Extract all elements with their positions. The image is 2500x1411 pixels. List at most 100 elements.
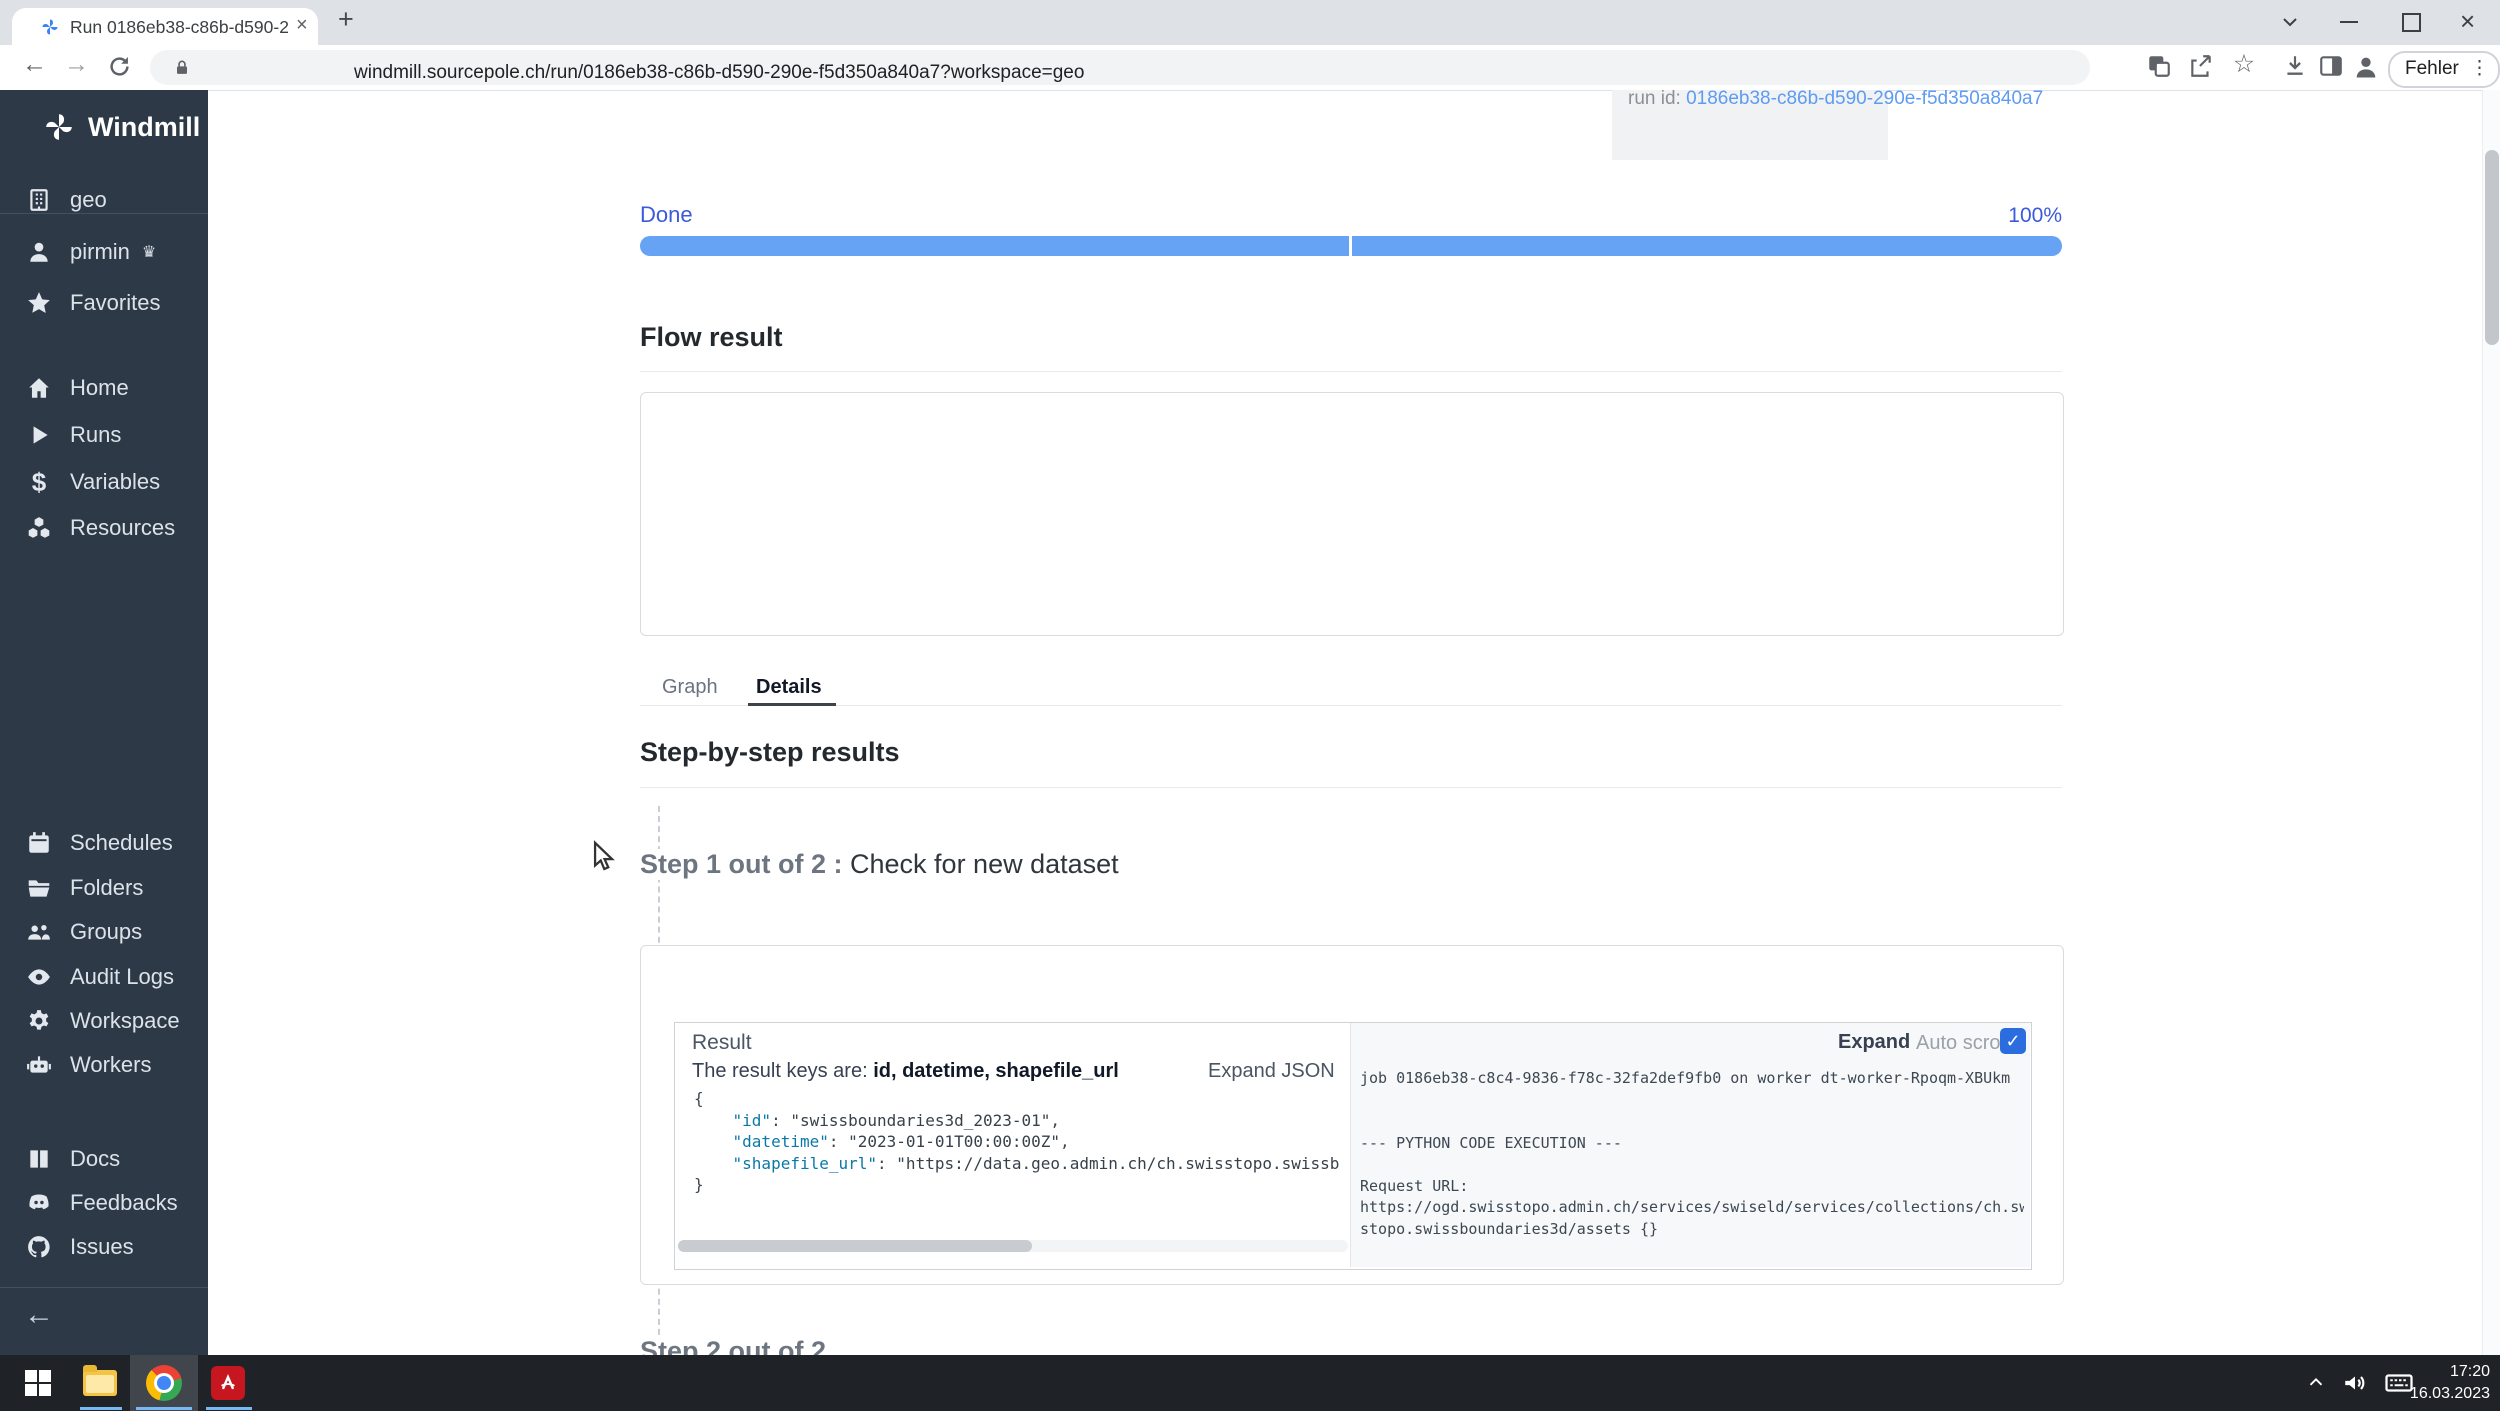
error-button[interactable]: Fehler ⋮: [2388, 51, 2500, 88]
sidebar-item-label: Audit Logs: [70, 964, 174, 990]
result-keys-line: The result keys are: id, datetime, shape…: [692, 1060, 1119, 1083]
sidebar-item-runs[interactable]: Runs: [26, 415, 121, 455]
start-button[interactable]: [14, 1355, 62, 1411]
window-close-button[interactable]: ×: [2460, 6, 2475, 37]
sidebar-item-schedules[interactable]: Schedules: [26, 823, 173, 863]
sidebar-item-docs[interactable]: Docs: [26, 1139, 120, 1179]
split-view-icon[interactable]: [2318, 53, 2346, 81]
volume-icon[interactable]: [2334, 1355, 2376, 1411]
discord-icon: [26, 1190, 52, 1216]
sidebar-item-workspace-settings[interactable]: Workspace: [26, 1001, 180, 1041]
sidebar-item-label: Feedbacks: [70, 1190, 178, 1216]
folder-icon: [26, 875, 52, 901]
tray-show-hidden-icons[interactable]: [2296, 1355, 2336, 1411]
browser-forward-button[interactable]: →: [64, 50, 89, 79]
active-tab-underline: [748, 703, 836, 706]
step1-log-text: job 0186eb38-c8c4-9836-f78c-32fa2def9fb0…: [1360, 1068, 2024, 1260]
chrome-icon: [146, 1365, 182, 1401]
file-explorer-icon: [83, 1370, 117, 1396]
workspace-label: geo: [70, 187, 107, 213]
sidebar-item-label: Runs: [70, 422, 121, 448]
sidebar-item-label: Folders: [70, 875, 143, 901]
sidebar-item-workspace-geo[interactable]: geo: [26, 180, 107, 220]
tab-close-icon[interactable]: ×: [296, 14, 308, 37]
run-id-row: run id: 0186eb38-c86b-d590-290e-f5d350a8…: [1628, 88, 2043, 110]
download-icon[interactable]: [2282, 53, 2310, 81]
star-icon: [26, 290, 52, 316]
browser-back-button[interactable]: ←: [22, 50, 47, 79]
run-id-label: run id:: [1628, 88, 1681, 109]
brand-name: Windmill: [88, 112, 200, 143]
browser-reload-button[interactable]: [106, 53, 133, 80]
sidebar-item-label: Issues: [70, 1234, 134, 1260]
cubes-icon: [26, 515, 52, 541]
expand-json-button[interactable]: Expand JSON: [1208, 1060, 1335, 1083]
sidebar-item-label: Workspace: [70, 1008, 180, 1034]
taskbar-clock[interactable]: 17:20 16.03.2023: [2410, 1361, 2490, 1405]
sidebar-item-variables[interactable]: $ Variables: [26, 462, 160, 502]
step1-title-text: Check for new dataset: [850, 849, 1119, 879]
taskbar-file-explorer[interactable]: [76, 1355, 124, 1411]
sidebar-item-label: Docs: [70, 1146, 120, 1172]
sidebar-item-home[interactable]: Home: [26, 368, 129, 408]
taskbar-acrobat[interactable]: [204, 1355, 252, 1411]
url-bar[interactable]: windmill.sourcepole.ch/run/0186eb38-c86b…: [150, 50, 2090, 85]
user-icon: [26, 239, 52, 265]
share-icon[interactable]: [2188, 53, 2216, 81]
collapse-sidebar-button[interactable]: ←: [24, 1298, 54, 1332]
screen: Run 0186eb38-c86b-d590-290e- × + × ← → w…: [0, 0, 2500, 1411]
windmill-brand[interactable]: Windmill: [42, 110, 200, 144]
json-hscrollbar-thumb[interactable]: [678, 1240, 1032, 1252]
translate-icon[interactable]: [2146, 53, 2174, 81]
window-minimize-button[interactable]: [2340, 21, 2358, 23]
sidebar-item-groups[interactable]: Groups: [26, 912, 142, 952]
sidebar-item-resources[interactable]: Resources: [26, 508, 175, 548]
browser-tab[interactable]: Run 0186eb38-c86b-d590-290e- ×: [12, 8, 318, 45]
bookmark-star-icon[interactable]: ☆: [2230, 49, 2258, 77]
sidebar-item-folders[interactable]: Folders: [26, 868, 143, 908]
url-text: windmill.sourcepole.ch/run/0186eb38-c86b…: [354, 62, 1084, 84]
window-maximize-button[interactable]: [2402, 13, 2421, 32]
sidebar-item-workers[interactable]: Workers: [26, 1045, 152, 1085]
result-label: Result: [692, 1031, 752, 1055]
groups-icon: [26, 919, 52, 945]
sidebar-item-favorites[interactable]: Favorites: [26, 283, 160, 323]
page-scrollbar-track[interactable]: [2482, 90, 2500, 1355]
page-scrollbar-thumb[interactable]: [2485, 150, 2499, 345]
tab-graph[interactable]: Graph: [662, 676, 718, 699]
tab-details[interactable]: Details: [756, 676, 822, 699]
sidebar-item-issues[interactable]: Issues: [26, 1227, 134, 1267]
divider: [640, 787, 2062, 788]
book-icon: [26, 1146, 52, 1172]
flow-result-card: [640, 392, 2064, 636]
new-tab-button[interactable]: +: [338, 4, 354, 35]
sidebar-item-audit-logs[interactable]: Audit Logs: [26, 957, 174, 997]
check-icon: ✓: [2005, 1031, 2020, 1052]
running-indicator: [136, 1407, 192, 1410]
error-button-label: Fehler: [2405, 58, 2459, 80]
sidebar-item-label: Groups: [70, 919, 142, 945]
auto-scroll-checkbox[interactable]: ✓: [2000, 1028, 2026, 1054]
eye-icon: [26, 964, 52, 990]
browser-toolbar: ← → windmill.sourcepole.ch/run/0186eb38-…: [0, 45, 2500, 91]
running-indicator: [206, 1407, 252, 1410]
sidebar-item-feedbacks[interactable]: Feedbacks: [26, 1183, 178, 1223]
expand-logs-button[interactable]: Expand: [1838, 1031, 1910, 1054]
sidebar-item-user[interactable]: pirmin ♛: [26, 232, 156, 272]
crown-icon: ♛: [142, 242, 156, 262]
sidebar-item-label: Variables: [70, 469, 160, 495]
run-id-link[interactable]: 0186eb38-c86b-d590-290e-f5d350a840a7: [1686, 88, 2043, 109]
calendar-icon: [26, 830, 52, 856]
profile-avatar-icon[interactable]: [2352, 53, 2380, 81]
clock-time: 17:20: [2410, 1361, 2490, 1383]
progress-bar: [640, 236, 2062, 256]
dollar-icon: $: [26, 469, 52, 495]
menu-dots-icon[interactable]: ⋮: [2470, 57, 2489, 80]
sidebar-item-label: Workers: [70, 1052, 152, 1078]
lock-icon: [172, 58, 192, 78]
sidebar-item-label: Home: [70, 375, 129, 401]
building-icon: [26, 187, 52, 213]
robot-icon: [26, 1052, 52, 1078]
taskbar-chrome-active[interactable]: [130, 1355, 198, 1411]
home-icon: [26, 375, 52, 401]
